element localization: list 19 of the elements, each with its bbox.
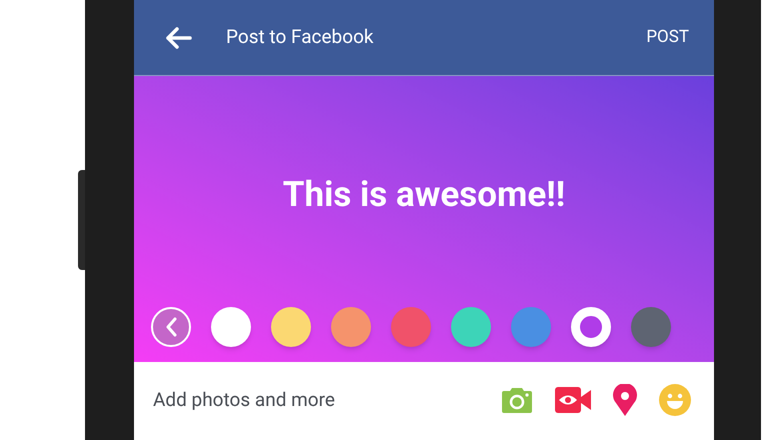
color-swatch[interactable]	[511, 307, 551, 347]
color-swatch[interactable]	[571, 307, 611, 347]
back-arrow-icon[interactable]	[164, 26, 192, 50]
color-swatch[interactable]	[271, 307, 311, 347]
location-pin-icon[interactable]	[613, 384, 637, 416]
post-button[interactable]: POST	[646, 24, 689, 50]
video-camera-icon[interactable]	[555, 387, 591, 413]
color-swatch[interactable]	[451, 307, 491, 347]
color-swatch[interactable]	[211, 307, 251, 347]
add-media-label[interactable]: Add photos and more	[153, 386, 335, 414]
color-swatch[interactable]	[331, 307, 371, 347]
screen-title: Post to Facebook	[226, 24, 374, 50]
chevron-left-icon	[165, 317, 177, 337]
camera-icon[interactable]	[501, 386, 533, 414]
collapse-button[interactable]	[151, 307, 191, 347]
color-swatch[interactable]	[391, 307, 431, 347]
color-swatch[interactable]	[631, 307, 671, 347]
smiley-icon[interactable]	[659, 384, 691, 416]
post-text[interactable]: This is awesome!!	[282, 169, 566, 222]
